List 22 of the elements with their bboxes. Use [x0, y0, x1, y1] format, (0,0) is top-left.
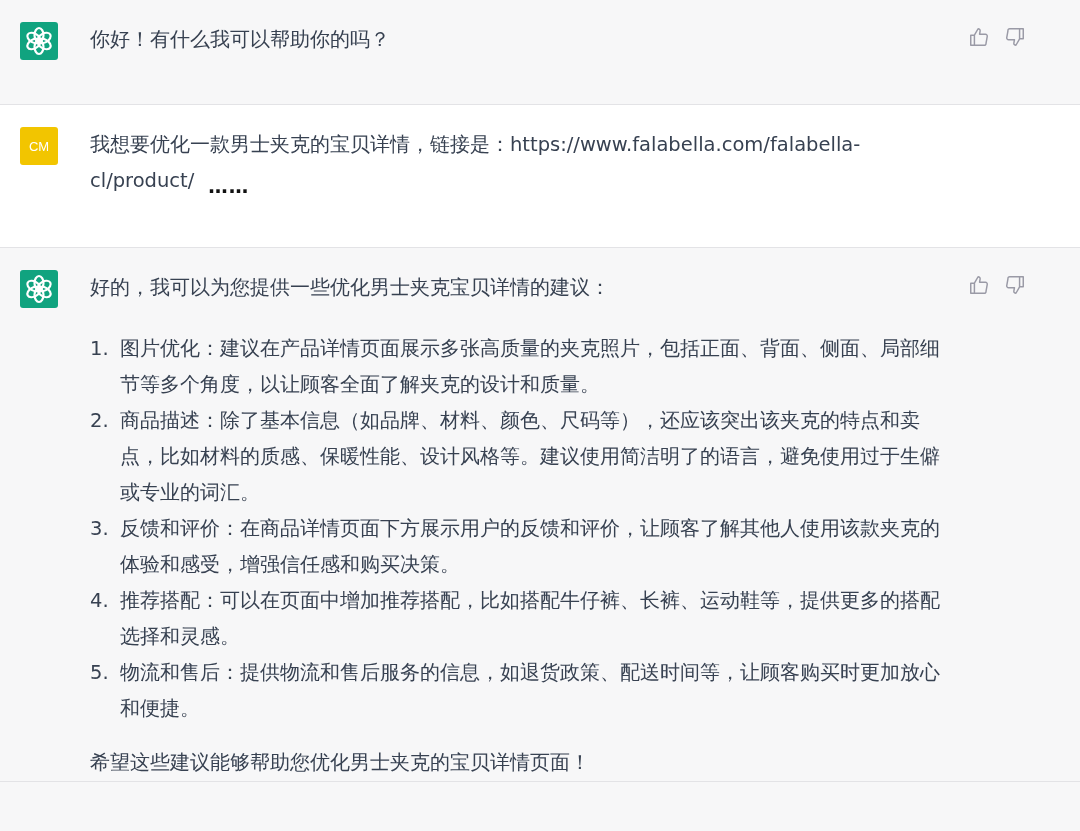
message-text: 希望这些建议能够帮助您优化男士夹克的宝贝详情页面！: [90, 750, 591, 776]
list-number: 5.: [90, 660, 110, 686]
message-text: 好的，我可以为您提供一些优化男士夹克宝贝详情的建议：: [90, 275, 611, 301]
list-number: 2.: [90, 408, 110, 434]
list-number: 3.: [90, 516, 110, 542]
thumbs-up-icon[interactable]: [968, 274, 990, 296]
list-number: 1.: [90, 336, 110, 362]
list-item-text: 物流和售后：提供物流和售后服务的信息，如退货政策、配送时间等，让顾客购买时更加放心和便捷。: [120, 660, 941, 722]
assistant-avatar-icon: [20, 270, 58, 308]
message-text: 你好！有什么我可以帮助你的吗？: [90, 27, 391, 53]
list-item-text: 反馈和评价：在商品详情页面下方展示用户的反馈和评价，让顾客了解其他人使用该款夹克的体验和感受，增强信任感和购买决策。: [120, 516, 941, 578]
thumbs-up-icon[interactable]: [968, 26, 990, 48]
ellipsis-text: ……: [208, 175, 250, 198]
list-number: 4.: [90, 588, 110, 614]
list-item-text: 图片优化：建议在产品详情页面展示多张高质量的夹克照片，包括正面、背面、侧面、局部细节等多个角度，以让顾客全面了解夹克的设计和质量。: [120, 336, 941, 398]
thumbs-down-icon[interactable]: [1004, 274, 1026, 296]
assistant-avatar-icon: [20, 22, 58, 60]
thumbs-down-icon[interactable]: [1004, 26, 1026, 48]
message-text: 我想要优化一款男士夹克的宝贝详情，链接是：https://www.falabella.com/falabella-cl/product/ ……: [90, 132, 862, 199]
list-item-text: 商品描述：除了基本信息（如品牌、材料、颜色、尺码等），还应该突出该夹克的特点和卖点，比如材料的质感、保暖性能、设计风格等。建议使用简洁明了的语言，避免使用过于生僻或专业的词汇。: [120, 408, 941, 506]
user-avatar: CM: [20, 127, 58, 165]
list-item-text: 推荐搭配：可以在页面中增加推荐搭配，比如搭配牛仔裤、长裤、运动鞋等，提供更多的搭配选择和灵感。: [120, 588, 941, 650]
